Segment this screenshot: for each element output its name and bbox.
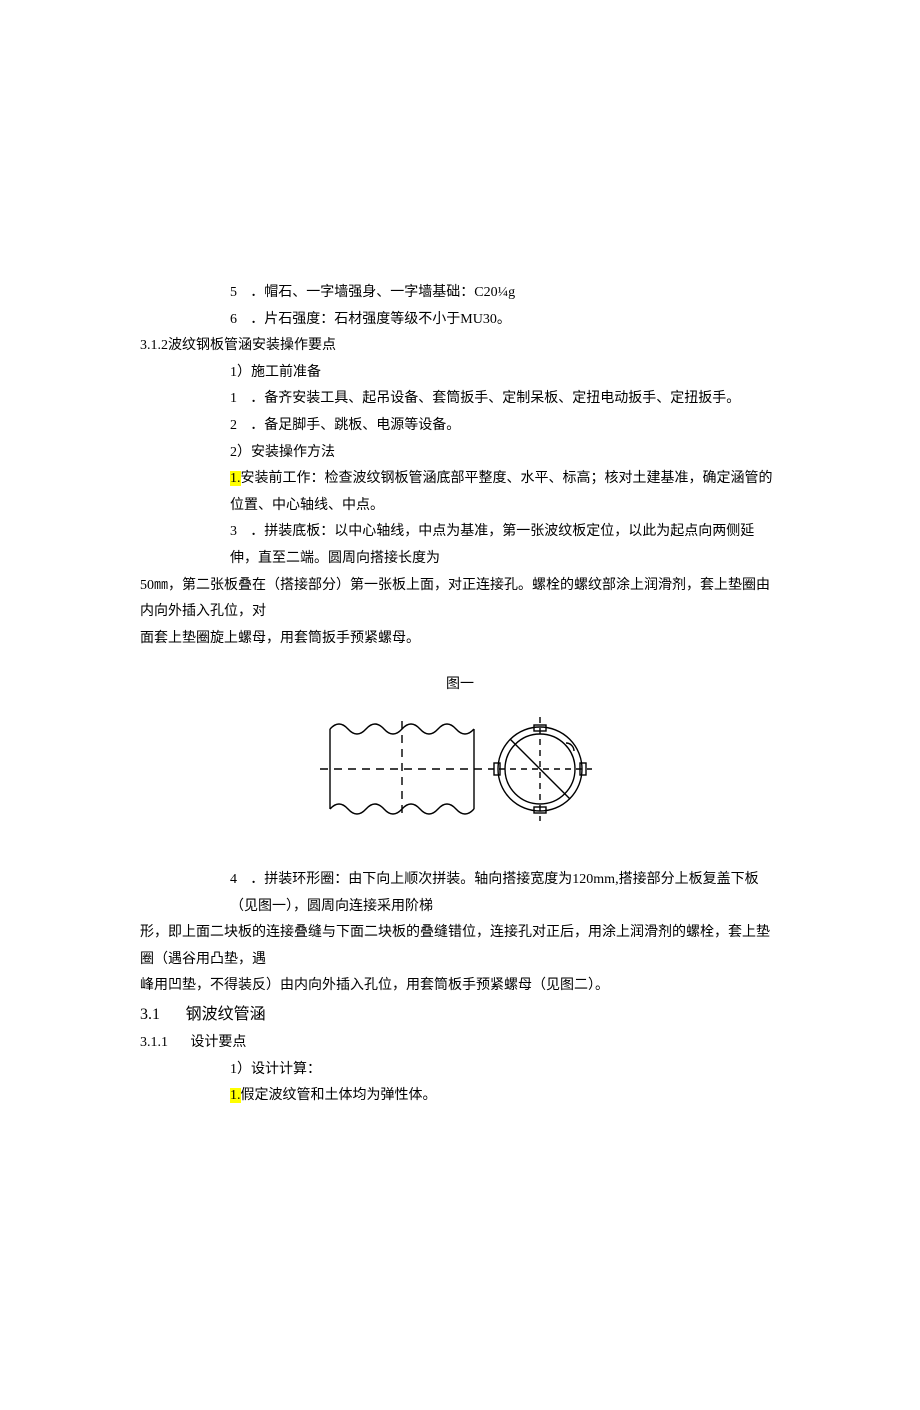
item-number: 4 [230,867,247,894]
paragraph-line: 面套上垫圈旋上螺母，用套筒扳手预紧螺母。 [140,626,780,653]
list-item: 6 ．片石强度：石材强度等级不小于MU30。 [140,307,780,334]
heading-3-1-1: 3.1.1 设计要点 [140,1030,780,1057]
subheading: 2）安装操作方法 [140,440,780,467]
item-text: ．备足脚手、跳板、电源等设备。 [250,418,460,433]
item-text: 安装前工作：检查波纹钢板管涵底部平整度、水平、标高；核对土建基准，确定涵管的位置… [230,471,773,513]
item-text: ．帽石、一字墙强身、一字墙基础：C20¼g [250,285,515,300]
list-item: 4 ．拼装环形圈：由下向上顺次拼装。轴向搭接宽度为120mm,搭接部分上板复盖下… [140,867,780,920]
heading-text: 钢波纹管涵 [186,1006,266,1023]
figure-one: 图一 [140,672,780,839]
subheading: 1）施工前准备 [140,360,780,387]
paragraph-line: 形，即上面二块板的连接叠缝与下面二块板的叠缝错位，连接孔对正后，用涂上润滑剂的螺… [140,920,780,973]
item-text: ．片石强度：石材强度等级不小于MU30。 [250,312,511,327]
item-number: 3 [230,519,247,546]
item-number: 2 [230,413,247,440]
item-number: 1 [230,386,247,413]
item-text: ．拼装环形圈：由下向上顺次拼装。轴向搭接宽度为120mm,搭接部分上板复盖下板（… [230,872,759,914]
item-text: 假定波纹管和土体均为弹性体。 [241,1088,437,1103]
heading-3-1-2: 3.1.2波纹钢板管涵安装操作要点 [140,333,780,360]
subheading: 1）设计计算： [140,1057,780,1084]
item-number: 6 [230,307,247,334]
figure-label: 图一 [140,672,780,699]
paragraph-line: 峰用凹垫，不得装反）由内向外插入孔位，用套筒板手预紧螺母（见图二）。 [140,973,780,1000]
list-item: 1.安装前工作：检查波纹钢板管涵底部平整度、水平、标高；核对土建基准，确定涵管的… [140,466,780,519]
document-page: 5 ．帽石、一字墙强身、一字墙基础：C20¼g 6 ．片石强度：石材强度等级不小… [70,0,850,1410]
item-number: 5 [230,280,247,307]
heading-number: 3.1.1 [140,1035,168,1050]
highlighted-number: 1. [230,471,241,486]
highlighted-number: 1. [230,1088,241,1103]
list-item: 1.假定波纹管和土体均为弹性体。 [140,1083,780,1110]
list-item: 2 ．备足脚手、跳板、电源等设备。 [140,413,780,440]
paragraph-line: 50㎜，第二张板叠在（搭接部分）第一张板上面，对正连接孔。螺栓的螺纹部涂上润滑剂… [140,573,780,626]
heading-text: 设计要点 [190,1035,246,1050]
heading-3-1: 3.1 钢波纹管涵 [140,1000,780,1030]
heading-number: 3.1 [140,1006,160,1023]
figure-svg [310,699,610,839]
list-item: 3 ．拼装底板：以中心轴线，中点为基准，第一张波纹板定位，以此为起点向两侧延伸，… [140,519,780,572]
list-item: 1 ．备齐安装工具、起吊设备、套筒扳手、定制呆板、定扭电动扳手、定扭扳手。 [140,386,780,413]
item-text: ．拼装底板：以中心轴线，中点为基准，第一张波纹板定位，以此为起点向两侧延伸，直至… [230,524,754,566]
list-item: 5 ．帽石、一字墙强身、一字墙基础：C20¼g [140,280,780,307]
item-text: ．备齐安装工具、起吊设备、套筒扳手、定制呆板、定扭电动扳手、定扭扳手。 [250,391,740,406]
